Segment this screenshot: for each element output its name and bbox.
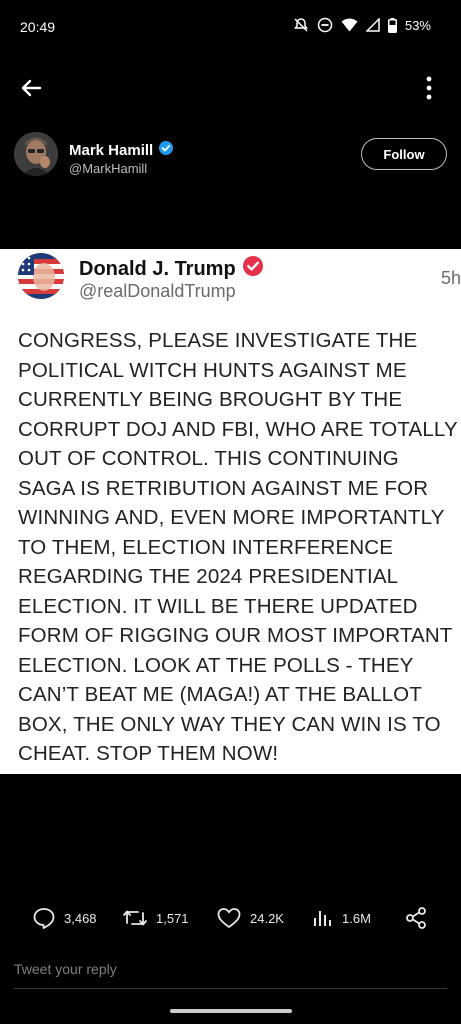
post-text-line: POLITICAL WITCH HUNTS AGAINST ME (18, 358, 407, 382)
home-indicator[interactable] (170, 1009, 292, 1013)
status-icons: 53% (293, 17, 431, 33)
author-name[interactable]: Mark Hamill (69, 142, 153, 159)
author-handle: @MarkHamill (69, 161, 148, 176)
follow-button[interactable]: Follow (361, 138, 447, 170)
repost-icon (122, 906, 148, 930)
action-bar: 3,468 1,571 24.2K 1.6M (0, 900, 461, 936)
more-vertical-icon (417, 76, 441, 106)
post-text-line: TO THEM, ELECTION INTERFERENCE (18, 535, 394, 559)
status-time: 20:49 (20, 19, 56, 35)
author-avatar[interactable] (14, 132, 58, 176)
embedded-post-image[interactable]: Donald J. Trump @realDonaldTrump 5h CONG… (0, 249, 461, 774)
top-nav (0, 68, 461, 108)
embedded-name: Donald J. Trump (79, 257, 236, 280)
post-text-line: ELECTION. LOOK AT THE POLLS - THEY (18, 653, 414, 677)
views-count: 1.6M (342, 910, 371, 926)
analytics-icon (312, 906, 334, 930)
post-text-line: CHEAT. STOP THEM NOW! (18, 742, 279, 765)
post-text-line: SAGA IS RETRIBUTION AGAINST ME FOR (18, 476, 429, 500)
post-text-line: REGARDING THE 2024 PRESIDENTIAL (18, 565, 399, 588)
like-count: 24.2K (250, 910, 284, 926)
embedded-avatar (18, 253, 64, 299)
post-text-line: CORRUPT DOJ AND FBI, WHO ARE TOTALLY (18, 417, 458, 441)
reply-icon (32, 906, 56, 930)
arrow-left-icon (18, 79, 46, 106)
share-button[interactable] (404, 900, 428, 936)
cellular-signal-icon (365, 18, 380, 32)
embedded-handle: @realDonaldTrump (79, 281, 236, 301)
post-author: Mark Hamill @MarkHamill Follow (0, 128, 461, 188)
author-name-row: Mark Hamill (69, 140, 174, 160)
views-button[interactable]: 1.6M (312, 900, 371, 936)
repost-count: 1,571 (156, 910, 189, 926)
post-text-line: WINNING AND, EVEN MORE IMPORTANTLY (18, 506, 445, 529)
repost-button[interactable]: 1,571 (122, 900, 189, 936)
post-text-line: CAN’T BEAT ME (MAGA!) AT THE BALLOT (18, 683, 422, 706)
status-bar: 20:49 53% (0, 0, 461, 56)
post-text-line: OUT OF CONTROL. THIS CONTINUING (18, 447, 399, 470)
battery-percent: 53% (404, 17, 431, 33)
post-text-line: ELECTION. IT WILL BE THERE UPDATED (18, 594, 418, 618)
reply-input[interactable] (14, 950, 447, 988)
reply-count: 3,468 (64, 910, 97, 926)
embedded-name-row: Donald J. Trump (79, 255, 264, 283)
post-text-line: CURRENTLY BEING BROUGHT BY THE (18, 388, 403, 411)
heart-icon (216, 906, 242, 930)
wifi-icon (341, 18, 358, 32)
reply-composer (14, 950, 447, 989)
verified-badge-icon (242, 255, 264, 283)
verified-badge-icon (158, 140, 174, 160)
post-text-line: CONGRESS, PLEASE INVESTIGATE THE (18, 329, 418, 352)
post-text-line: FORM OF RIGGING OUR MOST IMPORTANT (18, 624, 453, 647)
like-button[interactable]: 24.2K (216, 900, 284, 936)
reply-button[interactable]: 3,468 (32, 900, 97, 936)
post-text-line: BOX, THE ONLY WAY THEY CAN WIN IS TO (18, 712, 441, 736)
embedded-post-text: CONGRESS, PLEASE INVESTIGATE THE POLITIC… (18, 326, 460, 769)
more-options-button[interactable] (417, 74, 441, 102)
notifications-off-icon (293, 17, 309, 33)
do-not-disturb-icon (317, 17, 333, 33)
share-icon (404, 906, 428, 930)
battery-icon (387, 17, 397, 33)
embedded-timestamp: 5h (440, 268, 461, 288)
back-button[interactable] (18, 74, 46, 102)
